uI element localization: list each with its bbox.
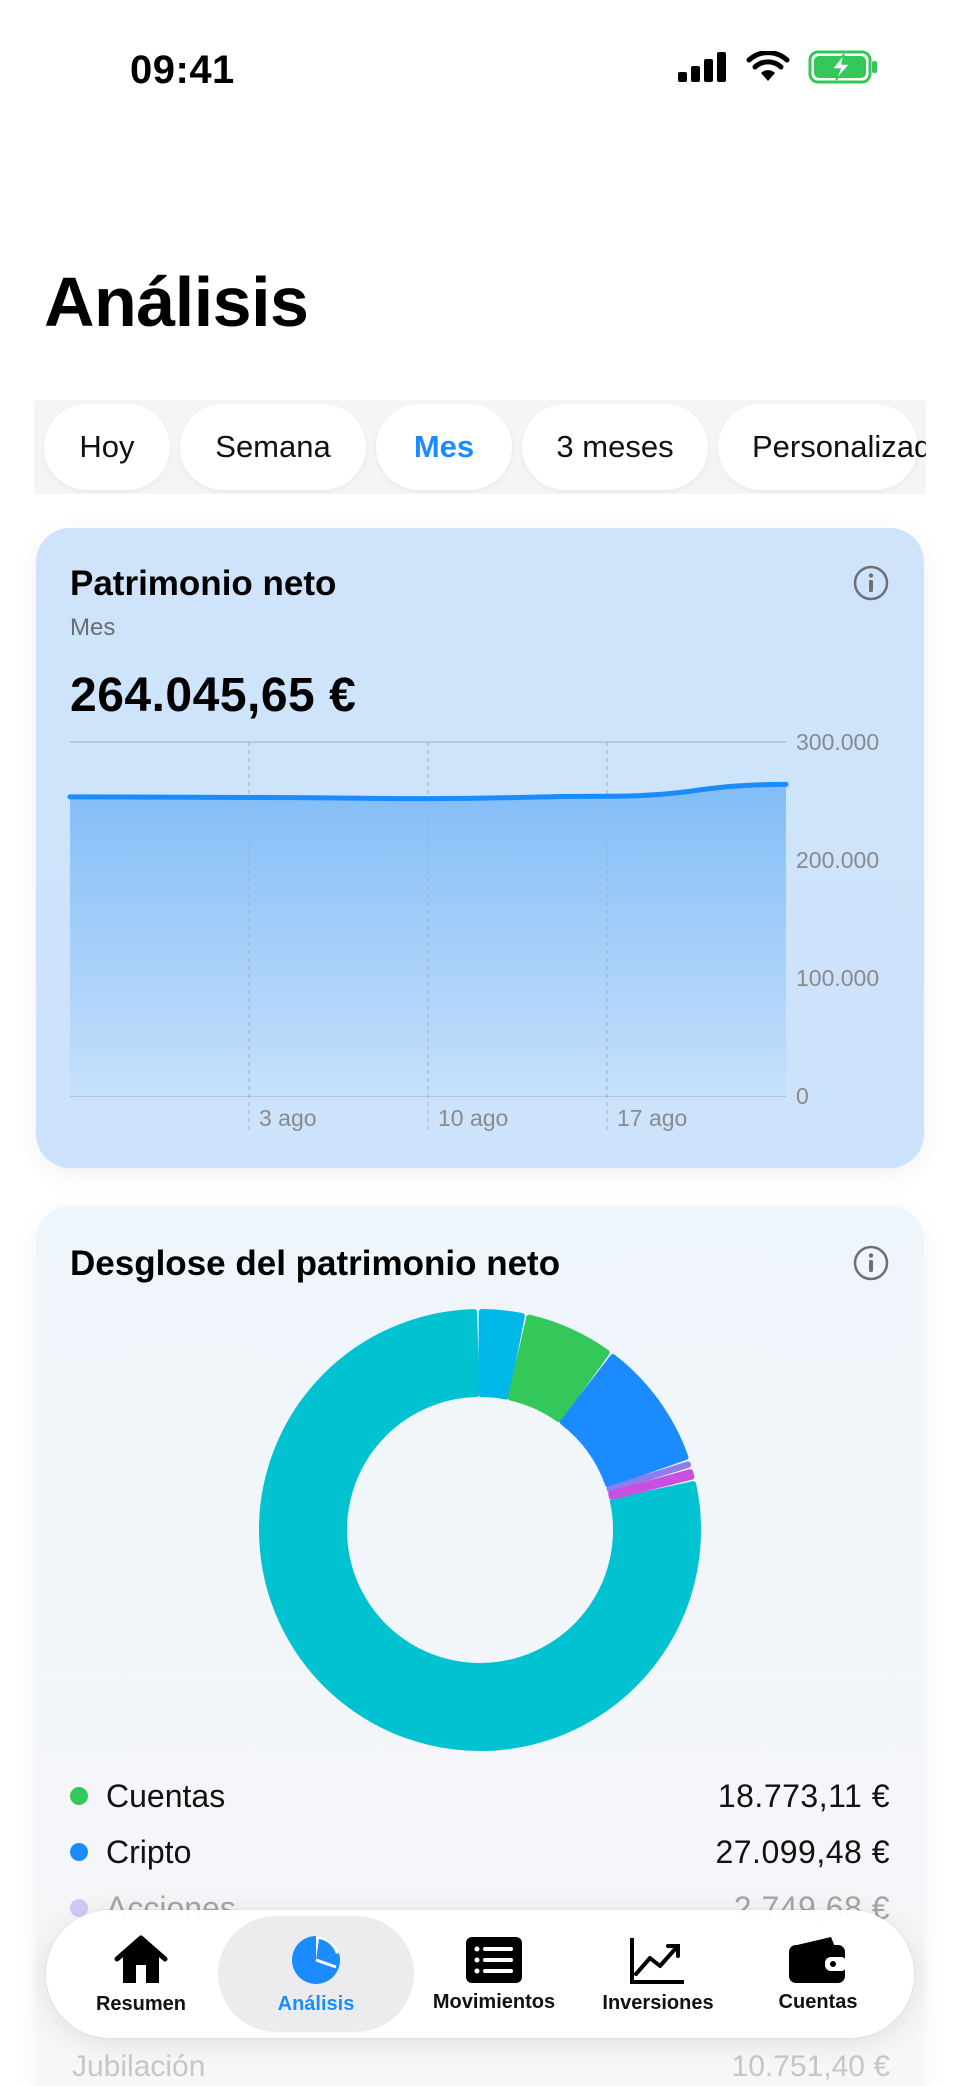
legend-name: Cripto: [106, 1833, 192, 1870]
wifi-icon: [746, 51, 790, 81]
peek-label: Jubilación: [72, 2050, 206, 2083]
tab-label: Cuentas: [778, 1990, 858, 2013]
filter-pill-mes[interactable]: Mes: [376, 404, 512, 490]
battery-charging-icon: [808, 50, 877, 84]
list-icon: [466, 1936, 522, 1983]
y-tick-label: 100.000: [796, 965, 879, 991]
house-icon: [114, 1935, 168, 1983]
filter-pill-personalizado[interactable]: Personalizado: [718, 404, 926, 490]
pie-chart-icon: [292, 1935, 340, 1984]
period-filter-track: HoySemanaMes3 mesesPersonalizado: [44, 404, 926, 490]
peek-value: 10.751,40 €: [731, 2050, 890, 2083]
net-worth-area-chart: 0 100.000 200.000 300.000 3 ago 10 ago 17 ago: [67, 729, 879, 1132]
tab-label: Inversiones: [602, 1991, 714, 2014]
tab-resumen[interactable]: Resumen: [64, 1910, 218, 2038]
filter-pill-semana[interactable]: Semana: [180, 404, 366, 490]
trend-chart-icon: [630, 1937, 684, 1984]
filter-pill-3-meses[interactable]: 3 meses: [522, 404, 708, 490]
legend-row[interactable]: Cripto 27.099,48 €: [70, 1824, 890, 1880]
tab-movimientos[interactable]: Movimientos: [414, 1910, 574, 2038]
tab-analisis[interactable]: Análisis: [218, 1910, 414, 2038]
status-time: 09:41: [130, 48, 235, 92]
filter-pill-hoy[interactable]: Hoy: [44, 404, 170, 490]
y-tick-label: 200.000: [796, 847, 879, 873]
breakdown-donut-chart: [259, 1309, 701, 1751]
period-filter: HoySemanaMes3 mesesPersonalizado: [34, 400, 926, 494]
tab-inversiones[interactable]: Inversiones: [576, 1910, 740, 2038]
wallet-icon: [789, 1936, 847, 1983]
tab-label: Análisis: [277, 1992, 355, 2015]
status-icons: [678, 50, 878, 84]
page-title: Análisis: [44, 263, 309, 341]
status-bar: 09:41: [0, 0, 960, 140]
legend-value: 18.773,11 €: [717, 1777, 890, 1814]
legend-color-dot: [70, 1843, 88, 1861]
legend-name: Cuentas: [106, 1777, 226, 1814]
legend-row[interactable]: Cuentas 18.773,11 €: [70, 1768, 890, 1824]
tab-cuentas[interactable]: Cuentas: [740, 1910, 896, 2038]
cellular-signal-icon: [678, 52, 726, 82]
tab-label: Resumen: [95, 1992, 187, 2015]
y-tick-label: 0: [796, 1083, 809, 1109]
net-worth-card[interactable]: Patrimonio neto Mes 264.045,65 € 0 100.00…: [36, 528, 924, 1168]
x-tick-label: 10 ago: [438, 1105, 508, 1131]
tab-bar: Resumen Análisis Movimientos Inversiones: [46, 1910, 914, 2038]
x-tick-label: 3 ago: [259, 1105, 317, 1131]
tab-label: Movimientos: [432, 1990, 556, 2013]
y-tick-label: 300.000: [796, 729, 879, 755]
x-tick-label: 17 ago: [617, 1105, 687, 1131]
legend-value: 27.099,48 €: [715, 1833, 890, 1870]
legend-color-dot: [70, 1787, 88, 1805]
